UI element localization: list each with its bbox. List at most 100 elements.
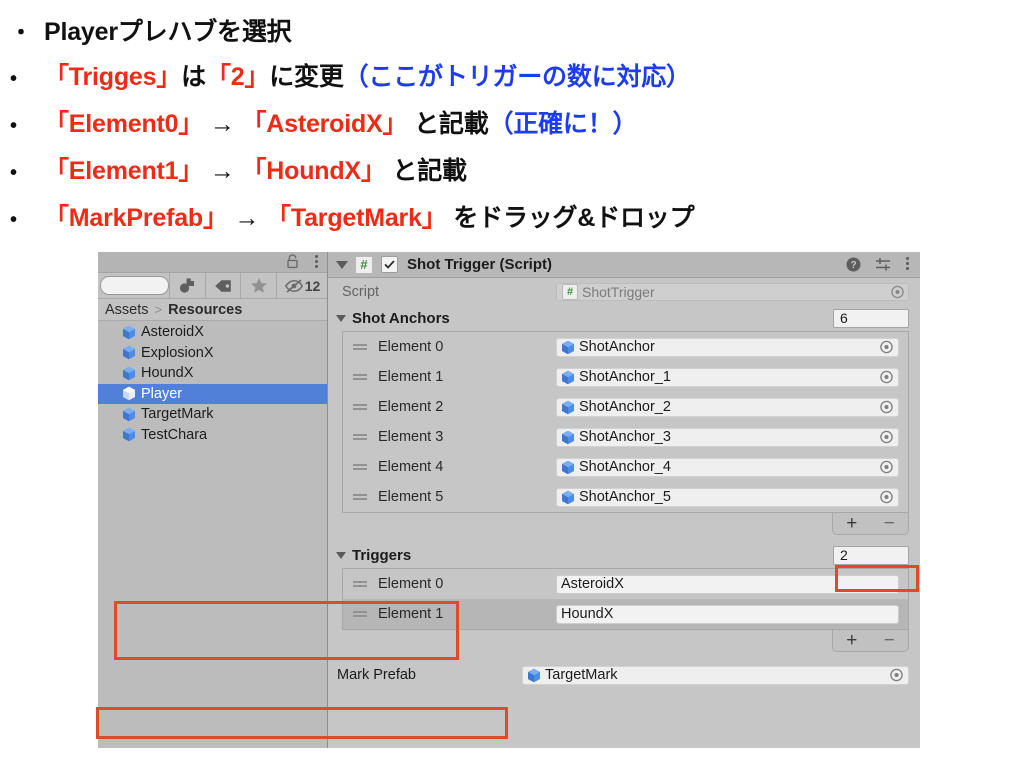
project-browser-panel: 12 Assets > Resources AsteroidX Explosio… — [98, 252, 327, 748]
element-object-field[interactable]: ShotAnchor_2 — [556, 397, 899, 417]
remove-element-button[interactable]: − — [884, 631, 895, 650]
table-row[interactable]: Element 1 HoundX — [343, 599, 908, 629]
prefab-cube-icon — [561, 490, 575, 505]
preset-icon[interactable] — [875, 257, 892, 272]
element-text-field[interactable]: HoundX — [556, 604, 899, 624]
element-text-field[interactable]: AsteroidX — [556, 574, 899, 594]
table-row[interactable]: Element 1 ShotAnchor_1 — [343, 362, 908, 392]
object-picker-icon[interactable] — [880, 370, 893, 384]
drag-handle-icon[interactable] — [353, 431, 369, 443]
hidden-count-label: 12 — [304, 277, 321, 294]
prefab-filter-icon[interactable] — [169, 273, 205, 298]
shot-anchors-title: Shot Anchors — [352, 309, 450, 327]
component-enabled-checkbox[interactable] — [381, 256, 398, 273]
drag-handle-icon[interactable] — [353, 371, 369, 383]
drag-handle-icon[interactable] — [353, 578, 369, 590]
chevron-down-icon[interactable] — [336, 551, 346, 559]
instruction-line-5: • 「MarkPrefab」 → 「TargetMark」 をドラッグ&ドロップ — [10, 196, 1024, 243]
triggers-size-field[interactable]: 2 — [833, 545, 909, 565]
instruction-segment: → — [203, 110, 242, 138]
add-element-button[interactable]: + — [846, 514, 857, 533]
list-item-selected[interactable]: Player — [98, 383, 327, 404]
lock-icon[interactable] — [286, 254, 299, 269]
component-header-icons: ? — [846, 257, 920, 272]
element-label: Element 0 — [378, 339, 444, 355]
instruction-segment: 「MarkPrefab」 — [44, 204, 228, 232]
element-value: ShotAnchor_2 — [579, 399, 671, 415]
search-input[interactable] — [100, 276, 170, 295]
table-row[interactable]: Element 0 ShotAnchor — [343, 332, 908, 362]
element-object-field[interactable]: ShotAnchor_4 — [556, 457, 899, 477]
element-label: Element 0 — [378, 576, 444, 592]
prefab-cube-icon — [527, 668, 541, 683]
triggers-header[interactable]: Triggers 2 — [328, 542, 920, 568]
element-value: ShotAnchor_1 — [579, 369, 671, 385]
kebab-menu-icon[interactable] — [315, 255, 319, 269]
drag-handle-icon[interactable] — [353, 341, 369, 353]
table-row[interactable]: Element 5 ShotAnchor_5 — [343, 482, 908, 512]
object-picker-icon[interactable] — [880, 400, 893, 414]
object-picker-icon[interactable] — [891, 285, 904, 298]
object-picker-icon[interactable] — [880, 340, 893, 354]
breadcrumb-root[interactable]: Assets — [105, 302, 149, 318]
asset-name: AsteroidX — [141, 324, 204, 341]
kebab-menu-icon[interactable] — [906, 257, 909, 272]
table-row[interactable]: Element 0 AsteroidX — [343, 569, 908, 599]
mark-prefab-row: Mark Prefab TargetMark — [328, 660, 920, 690]
prefab-cube-icon — [561, 400, 575, 415]
list-item[interactable]: ExplosionX — [98, 343, 327, 364]
element-label: Element 5 — [378, 489, 444, 505]
instruction-segment: Playerプレハブを選択 — [44, 18, 292, 46]
instruction-segment: 「HoundX」 — [241, 157, 386, 185]
prefab-cube-icon — [561, 370, 575, 385]
triggers-title: Triggers — [352, 546, 412, 564]
breadcrumb-current[interactable]: Resources — [168, 302, 242, 318]
prefab-cube-icon — [561, 430, 575, 445]
drag-handle-icon[interactable] — [353, 401, 369, 413]
hidden-count-icon[interactable]: 12 — [276, 273, 327, 298]
table-row[interactable]: Element 4 ShotAnchor_4 — [343, 452, 908, 482]
element-value: ShotAnchor_5 — [579, 489, 671, 505]
add-element-button[interactable]: + — [846, 631, 857, 650]
list-item[interactable]: TargetMark — [98, 404, 327, 425]
element-object-field[interactable]: ShotAnchor — [556, 337, 899, 357]
chevron-down-icon[interactable] — [336, 314, 346, 322]
script-value: ShotTrigger — [582, 283, 655, 300]
instruction-segment: → — [227, 204, 267, 232]
drag-handle-icon[interactable] — [353, 461, 369, 473]
object-picker-icon[interactable] — [880, 430, 893, 444]
instruction-segment: 「2」 — [205, 63, 270, 91]
object-picker-icon[interactable] — [880, 460, 893, 474]
chevron-right-icon: > — [154, 302, 163, 317]
list-item[interactable]: TestChara — [98, 425, 327, 446]
instruction-segment: をドラッグ&ドロップ — [446, 204, 695, 232]
chevron-down-icon[interactable] — [336, 260, 348, 269]
object-picker-icon[interactable] — [880, 490, 893, 504]
mark-prefab-label: Mark Prefab — [337, 667, 416, 683]
table-row[interactable]: Element 2 ShotAnchor_2 — [343, 392, 908, 422]
element-object-field[interactable]: ShotAnchor_1 — [556, 367, 899, 387]
mark-prefab-object-field[interactable]: TargetMark — [522, 665, 909, 685]
component-header[interactable]: # Shot Trigger (Script) ? — [328, 252, 920, 278]
asset-name: ExplosionX — [141, 344, 214, 361]
shot-anchors-size-field[interactable]: 6 — [833, 308, 909, 328]
object-picker-icon[interactable] — [890, 668, 903, 682]
inspector-body: Script # ShotTrigger Shot Anchors 6 Elem… — [328, 278, 920, 748]
shot-anchors-header[interactable]: Shot Anchors 6 — [328, 305, 920, 331]
drag-handle-icon[interactable] — [353, 491, 369, 503]
remove-element-button[interactable]: − — [884, 514, 895, 533]
drag-handle-icon[interactable] — [353, 608, 369, 620]
bullet-marker: • — [10, 162, 17, 184]
list-item[interactable]: AsteroidX — [98, 322, 327, 343]
favorites-star-icon[interactable] — [240, 273, 276, 298]
bullet-marker: ・ — [10, 20, 32, 45]
label-filter-icon[interactable] — [204, 273, 241, 298]
list-item[interactable]: HoundX — [98, 363, 327, 384]
help-icon[interactable]: ? — [846, 257, 861, 272]
script-object-field[interactable]: # ShotTrigger — [556, 282, 909, 301]
table-row[interactable]: Element 3 ShotAnchor_3 — [343, 422, 908, 452]
element-object-field[interactable]: ShotAnchor_5 — [556, 487, 899, 507]
element-object-field[interactable]: ShotAnchor_3 — [556, 427, 899, 447]
prefab-cube-icon — [122, 325, 136, 340]
instruction-segment: 「Trigges」 — [44, 63, 182, 91]
